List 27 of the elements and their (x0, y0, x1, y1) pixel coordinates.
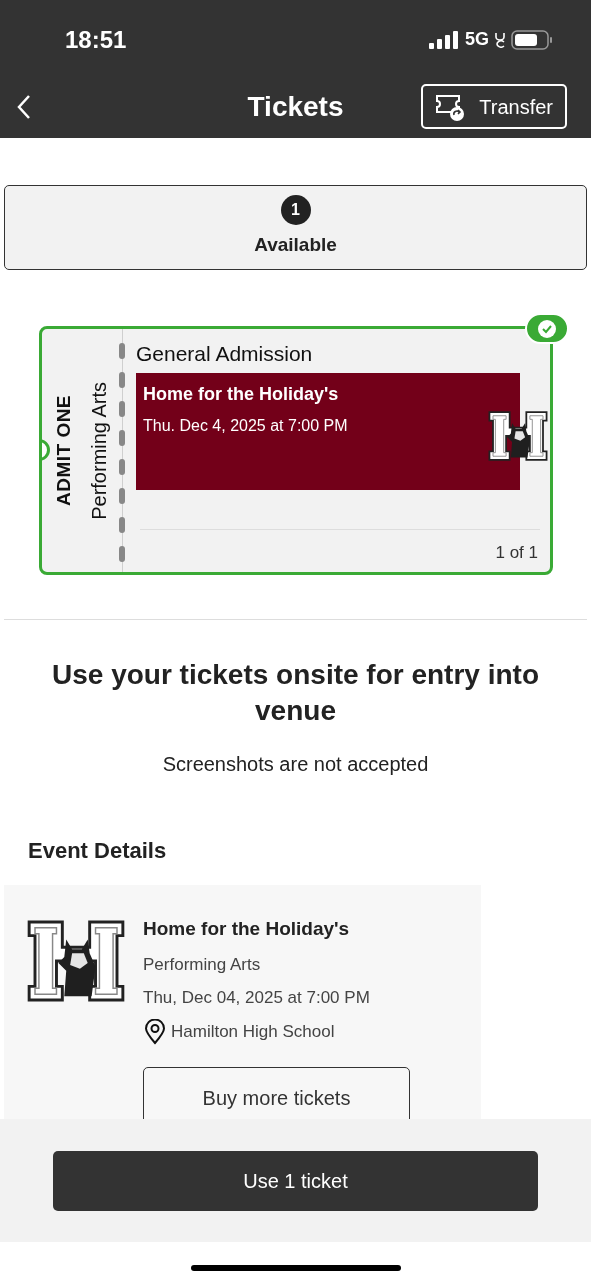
event-venue: Hamilton High School (171, 1020, 335, 1043)
banner-title: Home for the Holiday's (143, 383, 340, 406)
network-label: 5G (465, 28, 489, 51)
transfer-button[interactable]: Transfer (421, 84, 567, 129)
count-badge: 1 (280, 195, 311, 226)
logo-icon (27, 920, 125, 1002)
event-category: Performing Arts (143, 953, 262, 976)
banner-datetime: Thu. Dec 4, 2025 at 7:00 PM (143, 416, 349, 436)
admit-label: ADMIT ONE (51, 395, 75, 506)
notice-heading: Use your tickets onsite for entry into venue (51, 658, 540, 728)
signal-icon (429, 30, 459, 49)
page-title: Tickets (247, 89, 344, 124)
notice-subtext: Screenshots are not accepted (161, 752, 430, 777)
availability-label: Available (254, 233, 337, 258)
event-datetime: Thu, Dec 04, 2025 at 7:00 PM (143, 987, 371, 1009)
use-ticket-button[interactable]: Use 1 ticket (53, 1150, 538, 1211)
section-label: General Admission (136, 343, 314, 364)
ticket-category: Performing Arts (87, 381, 112, 520)
ticket-counter: 1 of 1 (495, 542, 538, 564)
battery-icon (511, 29, 553, 50)
event-title: Home for the Holiday's (143, 917, 351, 941)
buy-more-button[interactable]: Buy more tickets (143, 1066, 410, 1119)
logo-icon (488, 411, 548, 461)
status-time: 18:51 (65, 24, 127, 55)
section-heading: Event Details (28, 837, 168, 865)
location-pin-icon (143, 1018, 167, 1045)
uc-icon (495, 31, 505, 48)
